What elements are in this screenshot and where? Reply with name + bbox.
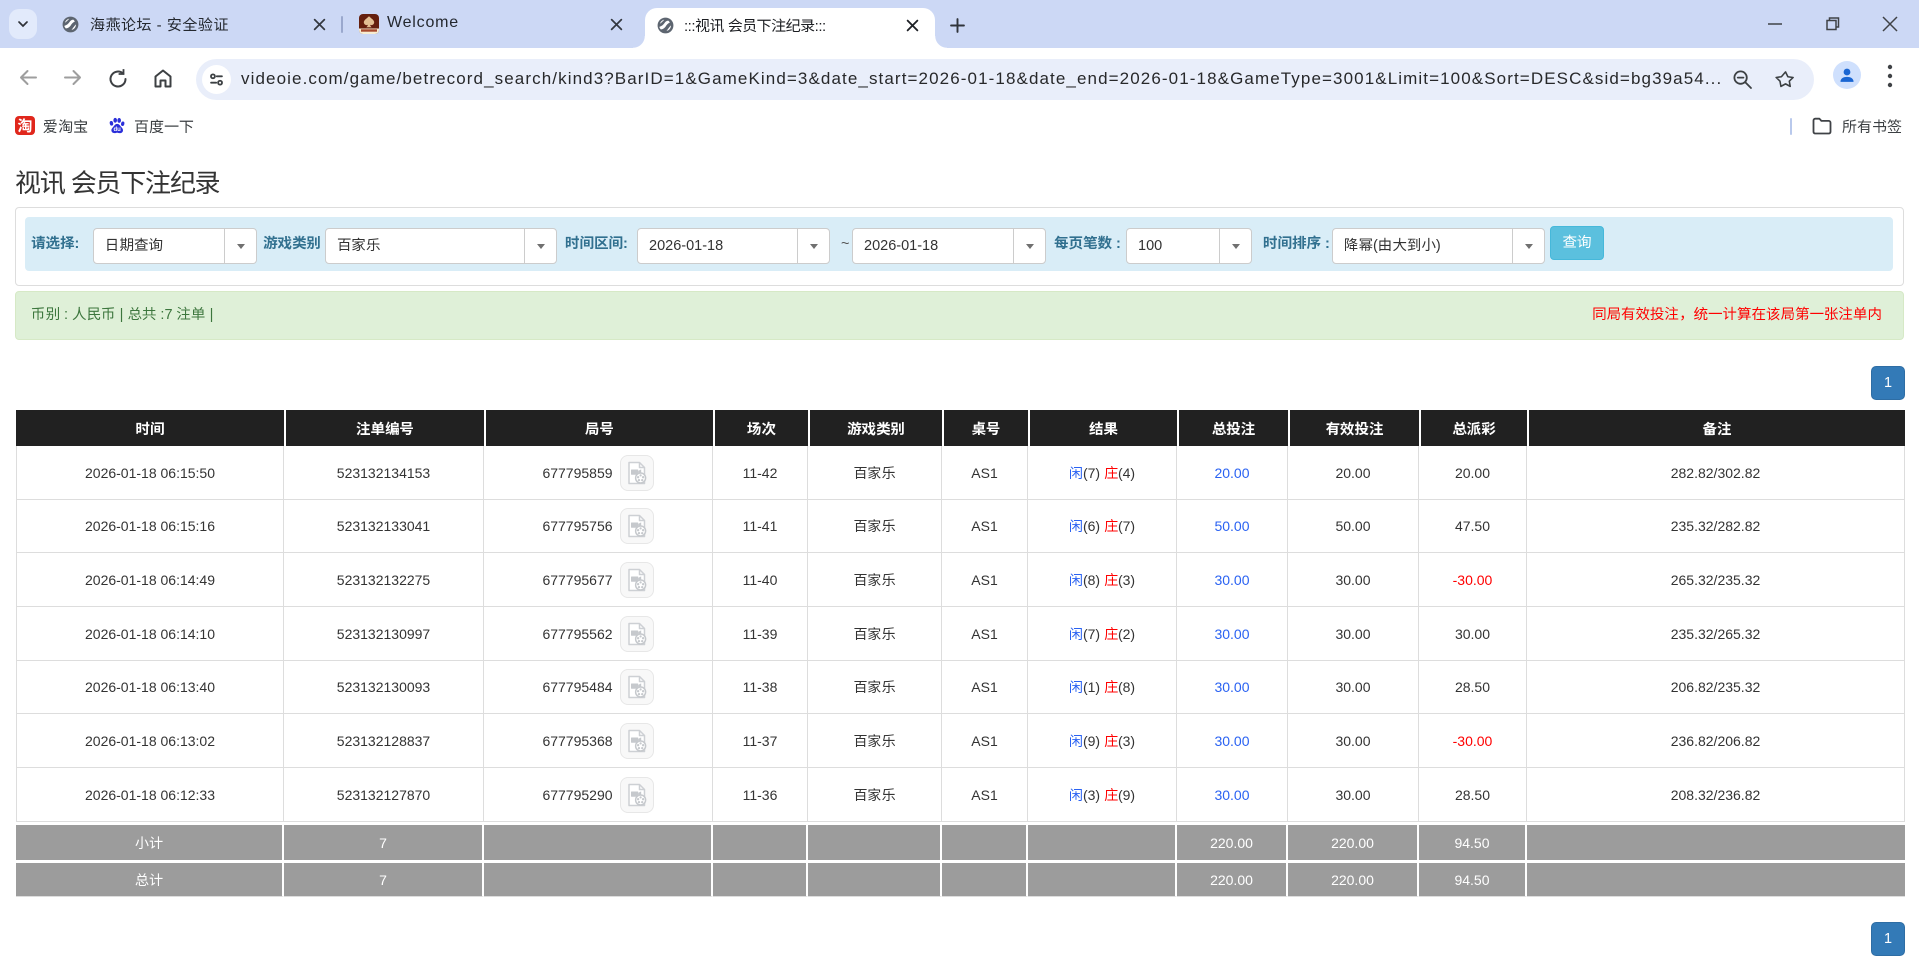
svg-text:du: du bbox=[113, 127, 121, 133]
